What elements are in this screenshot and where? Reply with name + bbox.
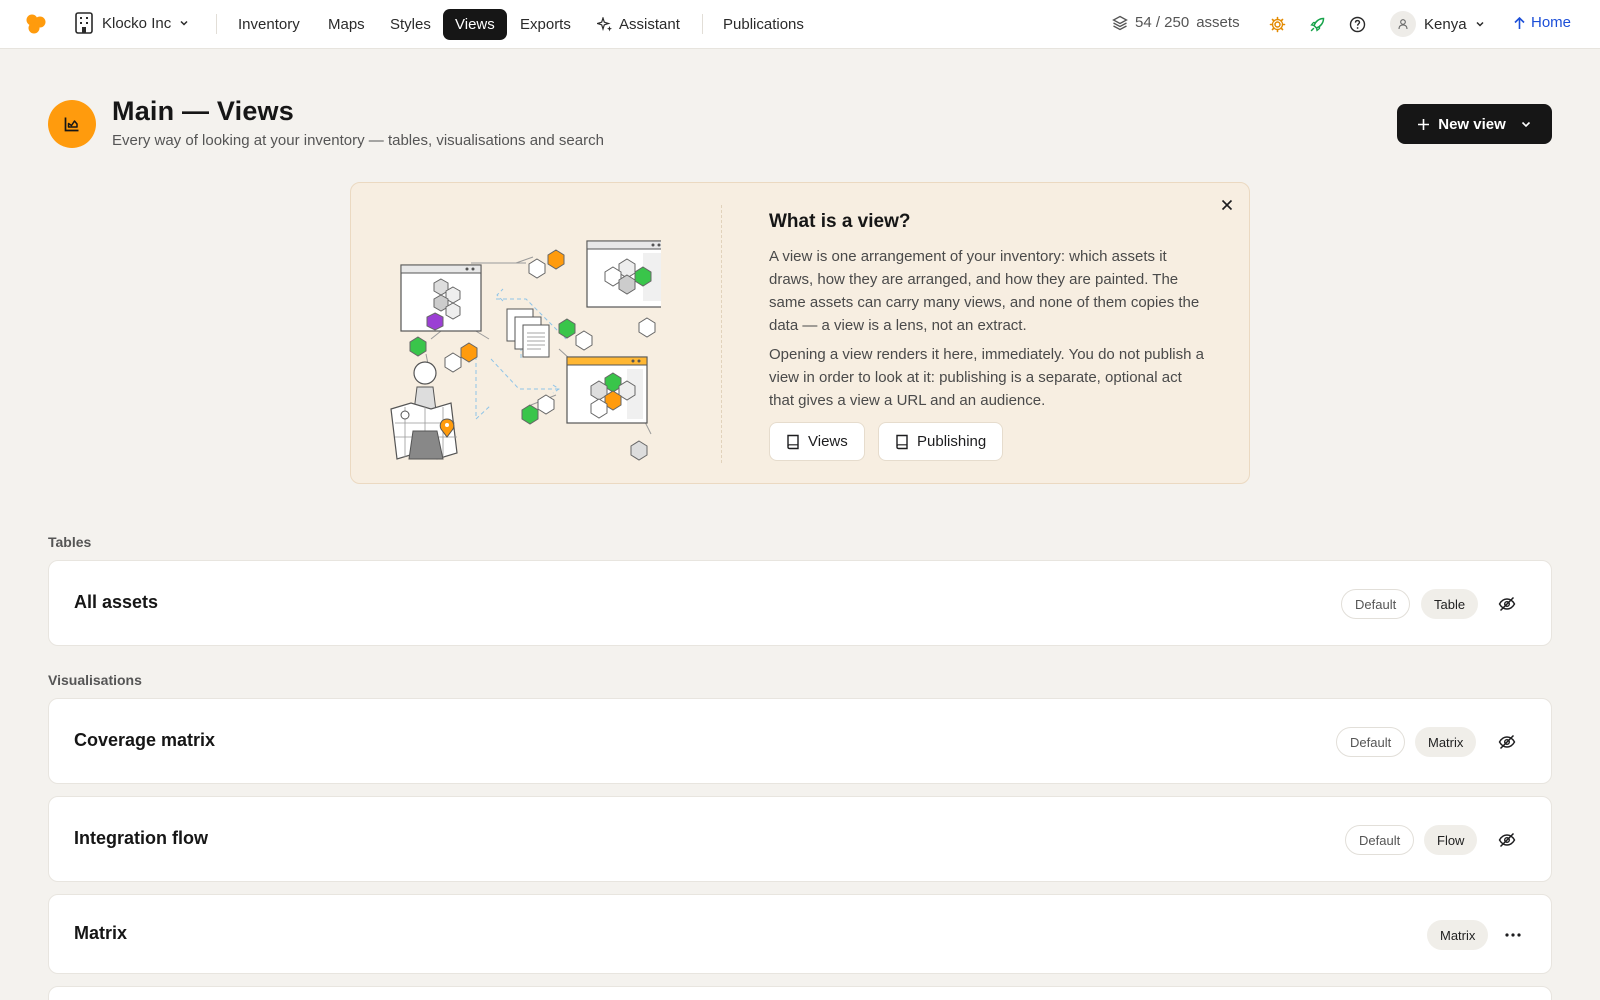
assets-count: 54 / 250 (1135, 14, 1190, 31)
tab-assistant[interactable]: Assistant (585, 9, 692, 40)
publishing-docs-button[interactable]: Publishing (878, 422, 1004, 461)
plus-icon (1418, 118, 1430, 130)
assets-usage[interactable]: 54 / 250 assets (1112, 14, 1240, 31)
chevron-down-icon (1476, 21, 1484, 27)
layers-icon (1112, 15, 1128, 30)
new-view-button[interactable]: New view (1397, 104, 1552, 144)
view-name: Coverage matrix (74, 730, 216, 750)
tab-exports[interactable]: Exports (508, 9, 583, 40)
view-row[interactable]: All assets Default Table (48, 560, 1552, 646)
view-type-badge: Flow (1424, 825, 1478, 855)
view-name: All assets (74, 592, 159, 612)
info-paragraph: A view is one arrangement of your invent… (769, 248, 1200, 334)
section-visualisations-label: Visualisations (48, 672, 142, 688)
view-row[interactable]: Coverage matrix Default Matrix (48, 698, 1552, 784)
user-menu[interactable]: Kenya (1390, 11, 1485, 37)
arrow-up-icon (1514, 16, 1525, 29)
assets-label: assets (1196, 14, 1240, 31)
settings-gear-icon[interactable] (1268, 15, 1286, 33)
tab-styles[interactable]: Styles (378, 9, 443, 40)
eye-off-icon[interactable] (1497, 594, 1517, 614)
close-icon[interactable] (1219, 197, 1235, 213)
view-name: Integration flow (74, 828, 208, 848)
views-docs-button[interactable]: Views (769, 422, 865, 461)
what-is-a-view-card: What is a view? A view is one arrangemen… (350, 182, 1250, 484)
page-subtitle: Every way of looking at your inventory —… (112, 132, 604, 149)
book-icon (787, 434, 799, 449)
info-paragraph: Opening a view renders it here, immediat… (769, 346, 1204, 409)
tab-maps[interactable]: Maps (316, 9, 377, 40)
views-illustration (390, 240, 661, 461)
building-icon (75, 12, 93, 34)
section-tables-label: Tables (48, 534, 92, 550)
divider (721, 205, 722, 463)
page-title: Main — Views (112, 96, 294, 126)
user-icon (1398, 19, 1408, 30)
view-row[interactable]: Matrix Matrix (48, 894, 1552, 974)
views-chart-icon (48, 100, 96, 148)
eye-off-icon[interactable] (1497, 732, 1517, 752)
book-icon (896, 434, 908, 449)
tab-inventory[interactable]: Inventory (226, 9, 312, 40)
chevron-down-icon (1521, 121, 1530, 128)
org-name: Klocko Inc (102, 14, 172, 32)
default-badge: Default (1341, 589, 1411, 619)
eye-off-icon[interactable] (1497, 830, 1517, 850)
top-bar: Klocko Inc Inventory Maps Styles Views E… (0, 0, 1600, 49)
view-type-badge: Matrix (1427, 920, 1489, 950)
view-type-badge: Matrix (1415, 727, 1477, 757)
more-options-icon[interactable] (1503, 925, 1523, 945)
default-badge: Default (1345, 825, 1415, 855)
chevron-down-icon (180, 20, 188, 26)
tab-views[interactable]: Views (443, 9, 507, 40)
user-name: Kenya (1424, 15, 1467, 33)
divider (702, 14, 703, 34)
divider (216, 14, 217, 34)
home-link[interactable]: Home (1513, 14, 1571, 31)
view-row[interactable] (48, 986, 1552, 1000)
app-logo-icon[interactable] (24, 14, 48, 34)
view-type-badge: Table (1421, 589, 1479, 619)
default-badge: Default (1336, 727, 1406, 757)
org-switcher[interactable]: Klocko Inc (74, 12, 189, 34)
tab-publications[interactable]: Publications (711, 9, 816, 40)
view-name: Matrix (74, 923, 128, 943)
sparkles-icon (597, 16, 613, 33)
avatar (1390, 11, 1416, 37)
help-icon[interactable] (1348, 15, 1366, 33)
info-title: What is a view? (769, 211, 911, 232)
rocket-icon[interactable] (1308, 15, 1326, 33)
view-row[interactable]: Integration flow Default Flow (48, 796, 1552, 882)
